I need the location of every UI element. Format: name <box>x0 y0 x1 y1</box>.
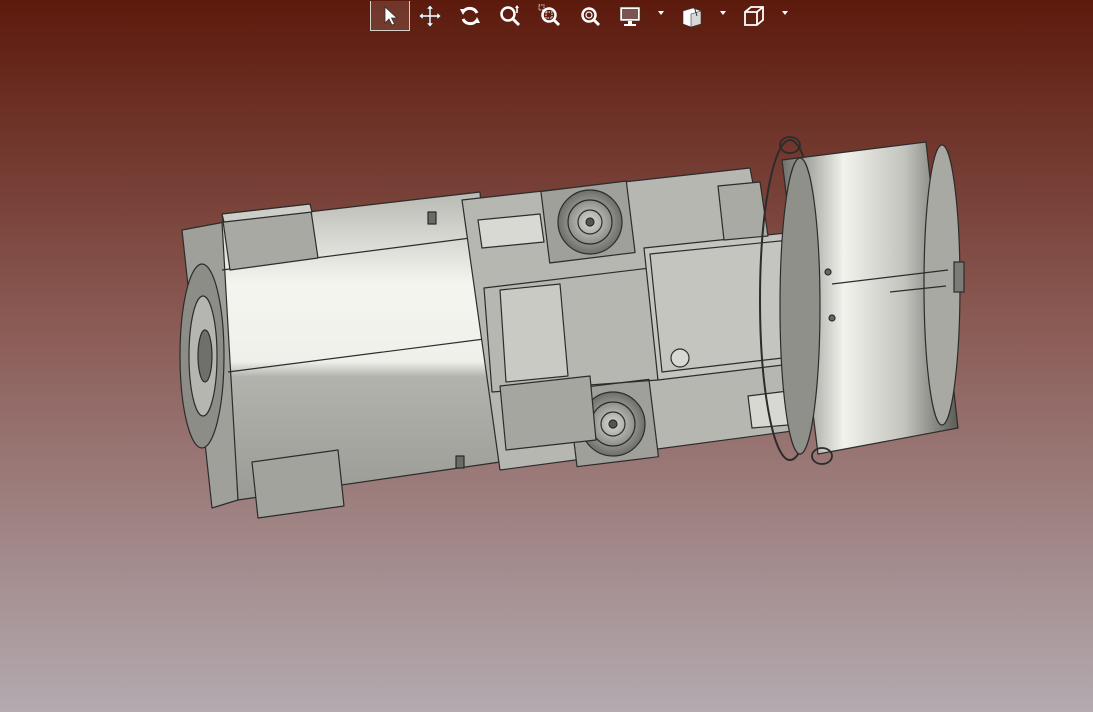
pan-tool-button[interactable] <box>410 1 450 31</box>
zoom-tool-button[interactable] <box>490 1 530 31</box>
chevron-down-icon <box>782 11 788 15</box>
view-cube-icon <box>744 6 764 26</box>
section-button[interactable] <box>672 1 734 31</box>
zoom-fit-icon <box>581 7 601 27</box>
display-mode-button[interactable] <box>610 1 672 31</box>
view-toolbar <box>370 0 796 32</box>
zoom-fit-tool-button[interactable] <box>570 1 610 31</box>
motor-end-cap[interactable] <box>759 136 965 465</box>
motor-3d-model[interactable] <box>0 0 1093 712</box>
zoom-icon <box>500 5 521 27</box>
rotate-icon <box>460 6 480 26</box>
zoom-window-icon <box>538 4 561 27</box>
section-cube-icon <box>682 5 702 28</box>
rotate-tool-button[interactable] <box>450 1 490 31</box>
cursor-arrow-icon <box>384 5 399 26</box>
zoom-window-tool-button[interactable] <box>530 1 570 31</box>
select-tool-button[interactable] <box>370 1 410 31</box>
view-orientation-button[interactable] <box>734 1 796 31</box>
pan-arrows-icon <box>418 4 442 28</box>
3d-viewport[interactable] <box>0 0 1093 712</box>
chevron-down-icon <box>720 11 726 15</box>
chevron-down-icon <box>658 11 664 15</box>
monitor-icon <box>619 6 641 26</box>
